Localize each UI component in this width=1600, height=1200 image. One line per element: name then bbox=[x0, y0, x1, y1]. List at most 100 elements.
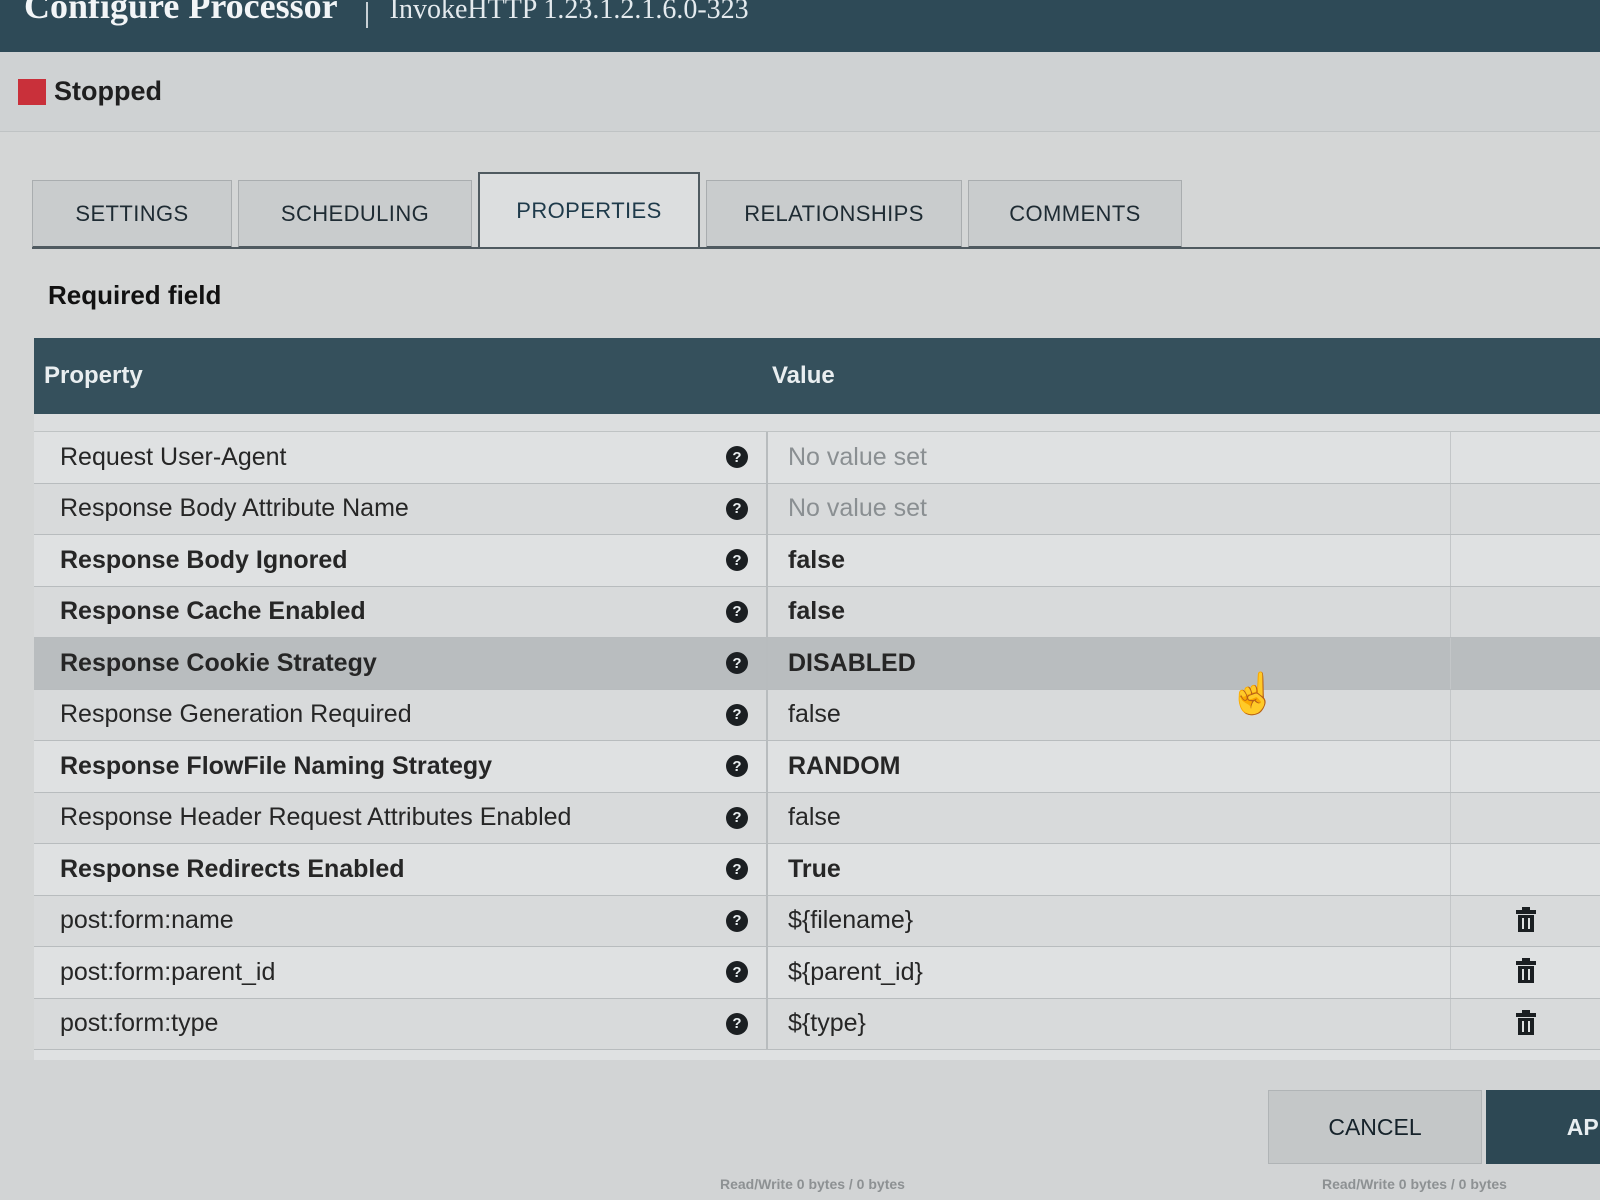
help-cell: ? bbox=[714, 703, 760, 726]
property-name: Response Generation Required bbox=[60, 700, 412, 729]
actions-cell bbox=[1450, 483, 1600, 534]
help-cell: ? bbox=[714, 549, 760, 572]
stat-label: Read/Write bbox=[720, 1176, 793, 1192]
help-icon[interactable]: ? bbox=[726, 549, 748, 572]
property-name: Response Cache Enabled bbox=[60, 597, 366, 626]
actions-cell bbox=[1450, 689, 1600, 740]
table-row[interactable]: Response Body Ignored? false bbox=[34, 535, 1600, 587]
property-value[interactable]: false bbox=[768, 803, 1450, 832]
property-value[interactable]: ${parent_id} bbox=[768, 958, 1450, 987]
status-label: Stopped bbox=[54, 76, 162, 106]
tab-label: PROPERTIES bbox=[516, 198, 662, 223]
actions-cell bbox=[1450, 432, 1600, 483]
hand-cursor-icon: ☝ bbox=[1228, 672, 1278, 716]
apply-label: APP bbox=[1566, 1113, 1600, 1140]
help-icon[interactable]: ? bbox=[726, 755, 748, 778]
table-row[interactable]: Response Header Request Attributes Enabl… bbox=[34, 792, 1600, 844]
properties-table: Property Value Request User-Agent? No val… bbox=[34, 338, 1600, 1060]
actions-cell bbox=[1450, 638, 1600, 689]
property-value[interactable]: No value set bbox=[768, 494, 1450, 523]
property-value[interactable]: false bbox=[768, 546, 1450, 575]
table-row[interactable]: Response Cache Enabled? false bbox=[34, 586, 1600, 638]
help-cell: ? bbox=[714, 1012, 760, 1035]
stopped-icon bbox=[18, 78, 46, 105]
property-name: Response Redirects Enabled bbox=[60, 854, 405, 883]
tab-bar: SETTINGS SCHEDULING PROPERTIES RELATIONS… bbox=[32, 172, 1188, 248]
property-value[interactable]: RANDOM bbox=[768, 752, 1450, 781]
table-row[interactable]: Response Generation Required? false bbox=[34, 689, 1600, 741]
table-header: Property Value bbox=[34, 338, 1600, 414]
delete-trash-icon[interactable] bbox=[1515, 958, 1536, 984]
tab-underline bbox=[32, 247, 1600, 249]
help-icon[interactable]: ? bbox=[726, 652, 748, 675]
help-icon[interactable]: ? bbox=[726, 1012, 748, 1035]
title-separator bbox=[365, 2, 368, 28]
property-name: Response FlowFile Naming Strategy bbox=[60, 751, 493, 780]
property-name: Response Header Request Attributes Enabl… bbox=[60, 803, 572, 832]
column-header-property[interactable]: Property bbox=[34, 362, 770, 390]
tab-settings[interactable]: SETTINGS bbox=[32, 180, 232, 248]
property-value[interactable]: ${type} bbox=[768, 1009, 1450, 1038]
property-value[interactable]: True bbox=[768, 855, 1450, 884]
dialog-title: Configure Processor bbox=[24, 0, 338, 26]
help-icon[interactable]: ? bbox=[726, 961, 748, 984]
help-icon[interactable]: ? bbox=[726, 446, 748, 469]
actions-cell bbox=[1450, 947, 1600, 998]
tab-relationships[interactable]: RELATIONSHIPS bbox=[706, 180, 962, 248]
actions-cell bbox=[1450, 895, 1600, 946]
help-icon[interactable]: ? bbox=[726, 497, 748, 520]
help-cell: ? bbox=[714, 961, 760, 984]
actions-cell bbox=[1450, 741, 1600, 792]
help-icon[interactable]: ? bbox=[726, 600, 748, 623]
table-row[interactable]: Response FlowFile Naming Strategy? RANDOM bbox=[34, 741, 1600, 793]
table-row[interactable]: post:form:name? ${filename} bbox=[34, 895, 1600, 947]
stat-value: 0 bytes / 0 bytes bbox=[796, 1176, 905, 1192]
table-body: Request User-Agent? No value set Response … bbox=[34, 432, 1600, 1050]
help-icon[interactable]: ? bbox=[726, 858, 748, 881]
property-name: post:form:parent_id bbox=[60, 957, 276, 986]
property-value[interactable]: false bbox=[768, 700, 1450, 729]
table-row[interactable]: Request User-Agent? No value set bbox=[34, 432, 1600, 484]
help-cell: ? bbox=[714, 600, 760, 623]
property-name: post:form:type bbox=[60, 1009, 219, 1038]
tab-label: RELATIONSHIPS bbox=[744, 200, 924, 226]
tab-properties[interactable]: PROPERTIES bbox=[478, 172, 700, 248]
table-row[interactable]: Response Body Attribute Name? No value se… bbox=[34, 483, 1600, 535]
table-row[interactable]: post:form:parent_id? ${parent_id} bbox=[34, 947, 1600, 999]
table-row-partial bbox=[34, 414, 1600, 432]
dialog-title-bar: Configure Processor InvokeHTTP 1.23.1.2.… bbox=[0, 0, 1600, 52]
delete-trash-icon[interactable] bbox=[1515, 906, 1536, 932]
help-cell: ? bbox=[714, 806, 760, 829]
actions-cell bbox=[1450, 792, 1600, 843]
stat-label: Read/Write bbox=[1322, 1176, 1395, 1192]
property-value[interactable]: false bbox=[768, 597, 1450, 626]
help-cell: ? bbox=[714, 497, 760, 520]
help-cell: ? bbox=[714, 446, 760, 469]
tab-comments[interactable]: COMMENTS bbox=[968, 180, 1182, 248]
cancel-button[interactable]: CANCEL bbox=[1268, 1090, 1482, 1164]
property-value[interactable]: DISABLED bbox=[768, 649, 1450, 678]
actions-cell bbox=[1450, 844, 1600, 895]
help-icon[interactable]: ? bbox=[726, 703, 748, 726]
table-row[interactable]: Response Cookie Strategy? DISABLED bbox=[34, 638, 1600, 690]
actions-cell bbox=[1450, 998, 1600, 1049]
apply-button[interactable]: APP bbox=[1486, 1090, 1600, 1164]
status-bar: Stopped bbox=[0, 52, 1600, 132]
tab-scheduling[interactable]: SCHEDULING bbox=[238, 180, 472, 248]
table-row[interactable]: Response Redirects Enabled? True bbox=[34, 844, 1600, 896]
footer-stat: Read/Write 0 bytes / 0 bytes bbox=[1322, 1176, 1507, 1192]
delete-trash-icon[interactable] bbox=[1515, 1009, 1536, 1035]
help-icon[interactable]: ? bbox=[726, 806, 748, 829]
help-icon[interactable]: ? bbox=[726, 909, 748, 932]
property-value[interactable]: No value set bbox=[768, 443, 1450, 472]
required-field-label: Required field bbox=[48, 280, 222, 310]
property-name: Response Body Ignored bbox=[60, 545, 348, 574]
processor-type: InvokeHTTP 1.23.1.2.1.6.0-323 bbox=[389, 0, 749, 25]
column-header-value[interactable]: Value bbox=[770, 362, 835, 390]
property-name: post:form:name bbox=[60, 906, 234, 935]
property-value[interactable]: ${filename} bbox=[768, 906, 1450, 935]
table-row[interactable]: post:form:type? ${type} bbox=[34, 998, 1600, 1050]
property-name: Request User-Agent bbox=[60, 442, 287, 471]
help-cell: ? bbox=[714, 652, 760, 675]
tab-label: SCHEDULING bbox=[280, 200, 430, 226]
